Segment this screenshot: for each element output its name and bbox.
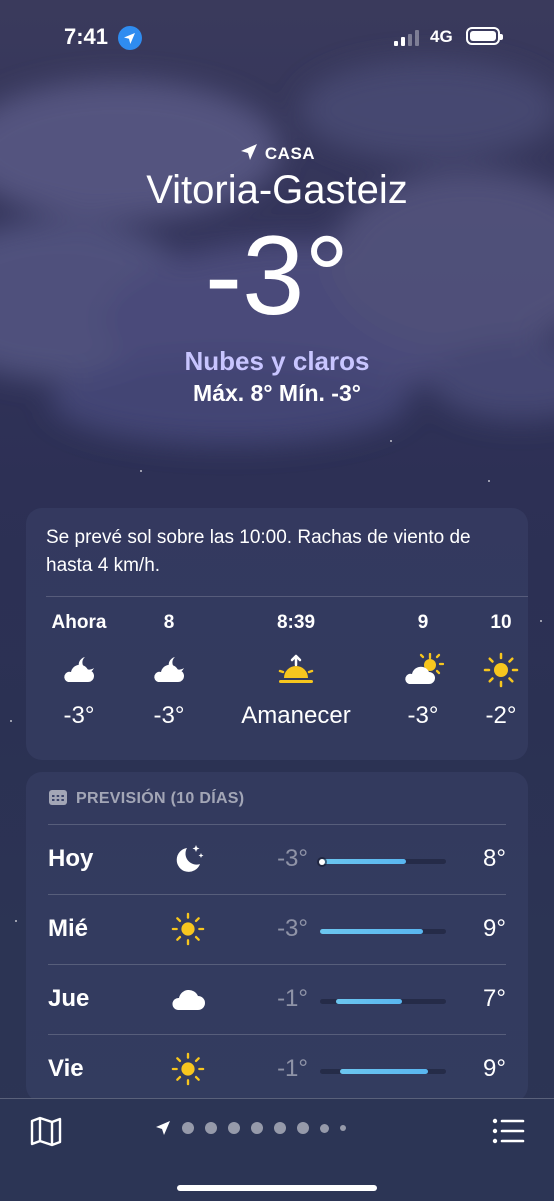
network-type: 4G — [430, 27, 453, 46]
forecast-row[interactable]: Mié -3° 9° — [26, 895, 528, 965]
bottom-toolbar — [0, 1098, 554, 1201]
moon-stars-icon — [166, 839, 210, 879]
day-low: -3° — [277, 915, 308, 942]
temperature-range-fill — [336, 999, 402, 1004]
hour-label: 8:39 — [276, 612, 316, 633]
ten-day-forecast-card[interactable]: PREVISIÓN (10 DÍAS) Hoy -3° 8° Mié -3° 9… — [26, 772, 528, 1102]
temperature-range-bar — [320, 929, 446, 934]
day-high: 8° — [483, 845, 506, 872]
map-icon[interactable] — [28, 1113, 64, 1149]
current-location-page-icon[interactable] — [155, 1120, 171, 1136]
page-dot[interactable] — [205, 1122, 217, 1134]
day-label: Vie — [48, 1055, 84, 1082]
page-dot[interactable] — [228, 1122, 240, 1134]
hour-temp: -2° — [485, 702, 517, 729]
day-low: -1° — [277, 985, 308, 1012]
list-icon[interactable] — [490, 1113, 526, 1149]
day-label: Jue — [48, 985, 90, 1012]
hour-label: 10 — [490, 612, 512, 633]
city-name: Vitoria-Gasteiz — [146, 168, 408, 212]
status-time: 7:41 — [64, 24, 109, 49]
hour-item: 8:39 Amanecer — [206, 612, 386, 730]
forecast-row[interactable]: Jue -1° 7° — [26, 965, 528, 1035]
page-indicator[interactable] — [155, 1121, 346, 1135]
page-dot[interactable] — [320, 1123, 329, 1133]
temperature-range-bar — [320, 999, 446, 1004]
sun-icon — [446, 648, 554, 692]
day-high: 7° — [483, 985, 506, 1012]
status-bar: 7:41 4G — [0, 24, 554, 54]
page-dot[interactable] — [274, 1122, 286, 1134]
temperature-range-fill — [340, 1069, 429, 1074]
forecast-title: PREVISIÓN (10 DÍAS) — [76, 790, 245, 807]
day-label: Mié — [48, 915, 89, 942]
temperature-range-bar — [320, 1069, 446, 1074]
sun-icon — [166, 1049, 210, 1089]
page-dot[interactable] — [297, 1122, 309, 1134]
location-services-icon — [118, 26, 142, 50]
battery-icon — [466, 27, 503, 45]
hourly-forecast-card[interactable]: Se prevé sol sobre las 10:00. Rachas de … — [26, 508, 528, 760]
sun-icon — [166, 909, 210, 949]
star — [140, 470, 142, 472]
high-low: Máx. 8° Mín. -3° — [193, 380, 361, 406]
location-label-text: CASA — [264, 144, 316, 163]
star — [10, 720, 12, 722]
page-dot[interactable] — [251, 1122, 263, 1134]
hour-temp: Amanecer — [241, 702, 351, 729]
forecast-row[interactable]: Hoy -3° 8° — [26, 825, 528, 895]
day-low: -1° — [277, 1055, 308, 1082]
forecast-summary: Se prevé sol sobre las 10:00. Rachas de … — [46, 527, 471, 576]
temperature-range-bar — [319, 858, 446, 865]
day-label: Hoy — [48, 845, 94, 872]
cloud-icon — [166, 979, 210, 1019]
forecast-row[interactable]: Vie -1° 9° — [26, 1035, 528, 1102]
signal-icon — [394, 30, 419, 46]
day-high: 9° — [483, 915, 506, 942]
current-temp-dot — [319, 858, 325, 865]
page-dot[interactable] — [182, 1122, 194, 1134]
temperature-range-fill — [320, 859, 406, 864]
hour-item: 10 -2° — [446, 612, 554, 730]
sunrise-icon — [206, 648, 386, 692]
day-low: -3° — [277, 845, 308, 872]
temperature-range-fill — [320, 929, 424, 934]
location-arrow-icon — [240, 144, 257, 160]
star — [488, 480, 490, 482]
current-condition: Nubes y claros — [184, 346, 370, 376]
location-label: CASA — [0, 142, 554, 164]
day-high: 9° — [483, 1055, 506, 1082]
divider — [46, 596, 528, 597]
star — [390, 440, 392, 442]
calendar-icon — [49, 790, 67, 805]
current-temperature: -3° — [204, 213, 350, 338]
star — [15, 920, 17, 922]
home-indicator — [177, 1185, 377, 1191]
page-dot[interactable] — [340, 1125, 346, 1131]
forecast-header: PREVISIÓN (10 DÍAS) — [48, 788, 244, 808]
